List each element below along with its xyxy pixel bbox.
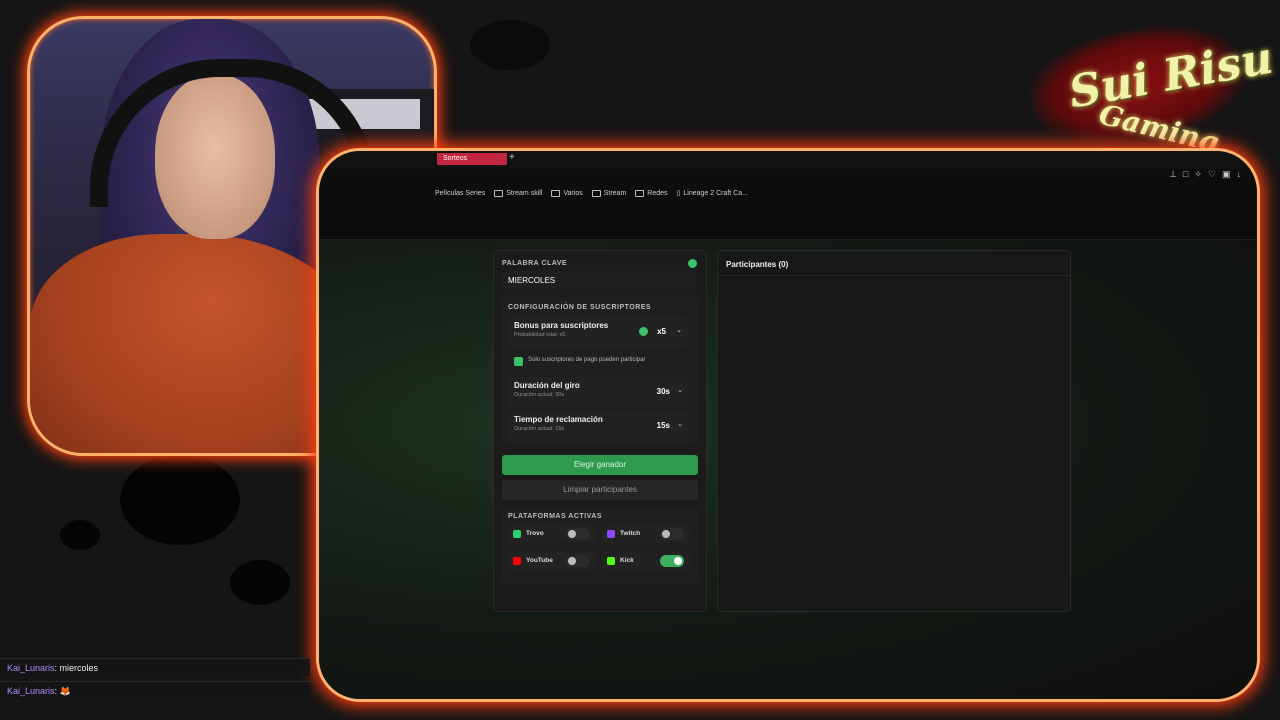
keyword-label: PALABRA CLAVE [502, 260, 568, 267]
ink-splatter [470, 20, 550, 70]
page-viewport: PALABRA CLAVE MIERCOLES CONFIGURACIÓN DE… [319, 239, 1257, 699]
bonus-select[interactable]: x5 [657, 327, 666, 336]
window-icon[interactable]: ▣ [1222, 169, 1237, 179]
bonus-info-icon[interactable] [639, 327, 648, 336]
tab-strip: Sorteos + [319, 151, 1257, 169]
trovo-icon [513, 530, 521, 538]
folder-icon [635, 189, 645, 197]
raffle-control-panel: PALABRA CLAVE MIERCOLES CONFIGURACIÓN DE… [493, 250, 707, 612]
youtube-icon [513, 557, 521, 565]
chevron-down-icon[interactable]: ⌄ [676, 326, 682, 334]
subs-config-section: CONFIGURACIÓN DE SUSCRIPTORES Bonus para… [502, 297, 698, 445]
download-icon[interactable]: ↓ [1237, 169, 1248, 179]
youtube-toggle[interactable] [566, 555, 590, 567]
browser-window: Sorteos + ⊥□✧♡▣↓ Películas Series Stream… [316, 148, 1260, 702]
twitch-icon [607, 530, 615, 538]
bonus-row: Bonus para suscriptores Probabilidad tot… [508, 317, 688, 347]
bookmark-stream-skill[interactable]: Stream skill [494, 189, 542, 197]
claim-time-row: Tiempo de reclamación Duración actual: 1… [508, 411, 688, 441]
heart-icon[interactable]: ♡ [1208, 169, 1222, 179]
subs-config-title: CONFIGURACIÓN DE SUSCRIPTORES [508, 304, 652, 311]
folder-icon [551, 189, 561, 197]
platform-kick: Kick [602, 552, 690, 570]
ink-splatter [230, 560, 290, 605]
kick-toggle[interactable] [660, 555, 684, 567]
spin-duration-select[interactable]: 30s [657, 387, 670, 396]
platforms-section: PLATAFORMAS ACTIVAS Trovo Twitch YouTube [502, 507, 698, 583]
claim-time-select[interactable]: 15s [657, 421, 670, 430]
folder-icon [591, 189, 601, 197]
chevron-down-icon[interactable]: ⌄ [677, 386, 683, 394]
pick-winner-button[interactable]: Elegir ganador [502, 455, 698, 475]
chat-username: Kai_Lunaris [7, 663, 55, 673]
chat-message: Kai_Lunaris: miercoles [0, 658, 310, 676]
platform-trovo: Trovo [508, 525, 596, 543]
bookmark-peliculas[interactable]: Películas Series [435, 189, 485, 197]
twitch-toggle[interactable] [660, 528, 684, 540]
folder-icon [494, 189, 504, 197]
square-icon[interactable]: □ [1183, 169, 1194, 179]
bookmark-varios[interactable]: Varios [551, 189, 583, 197]
platforms-title: PLATAFORMAS ACTIVAS [508, 513, 603, 520]
clear-participants-button[interactable]: Limpiar participantes [502, 480, 698, 500]
tab-sorteos[interactable]: Sorteos [437, 153, 507, 165]
spin-duration-row: Duración del giro Duración actual: 30s 3… [508, 377, 688, 407]
page-icon: ▯ [676, 190, 681, 197]
bookmark-stream[interactable]: Stream [591, 189, 626, 197]
ink-splatter [60, 520, 100, 550]
pin-icon[interactable]: ⊥ [1169, 169, 1183, 179]
kick-icon [607, 557, 615, 565]
emote-icon: 🦊 [59, 686, 71, 696]
bookmarks-bar: Películas Series Stream skill Varios Str… [435, 189, 748, 197]
bookmark-lineage[interactable]: ▯ Lineage 2 Craft Ca... [676, 189, 748, 198]
new-tab-button[interactable]: + [509, 152, 515, 163]
ink-splatter [120, 455, 240, 545]
paid-only-checkbox[interactable] [514, 357, 523, 366]
browser-toolbar-icons: ⊥□✧♡▣↓ [1169, 169, 1247, 180]
platform-youtube: YouTube [508, 552, 596, 570]
trovo-toggle[interactable] [566, 528, 590, 540]
participants-panel: Participantes (0) [717, 250, 1071, 612]
platform-twitch: Twitch [602, 525, 690, 543]
chevron-down-icon[interactable]: ⌄ [677, 420, 683, 428]
info-icon[interactable] [688, 259, 697, 268]
puzzle-icon[interactable]: ✧ [1194, 169, 1208, 179]
bookmark-redes[interactable]: Redes [635, 189, 668, 197]
chat-text: miercoles [59, 663, 99, 673]
keyword-input[interactable]: MIERCOLES [502, 271, 696, 289]
participants-title: Participantes (0) [726, 260, 789, 269]
paid-only-label: Solo suscriptores de pago pueden partici… [528, 357, 646, 363]
chat-username: Kai_Lunaris [7, 686, 55, 696]
chat-message: Kai_Lunaris: 🦊 [0, 681, 310, 699]
